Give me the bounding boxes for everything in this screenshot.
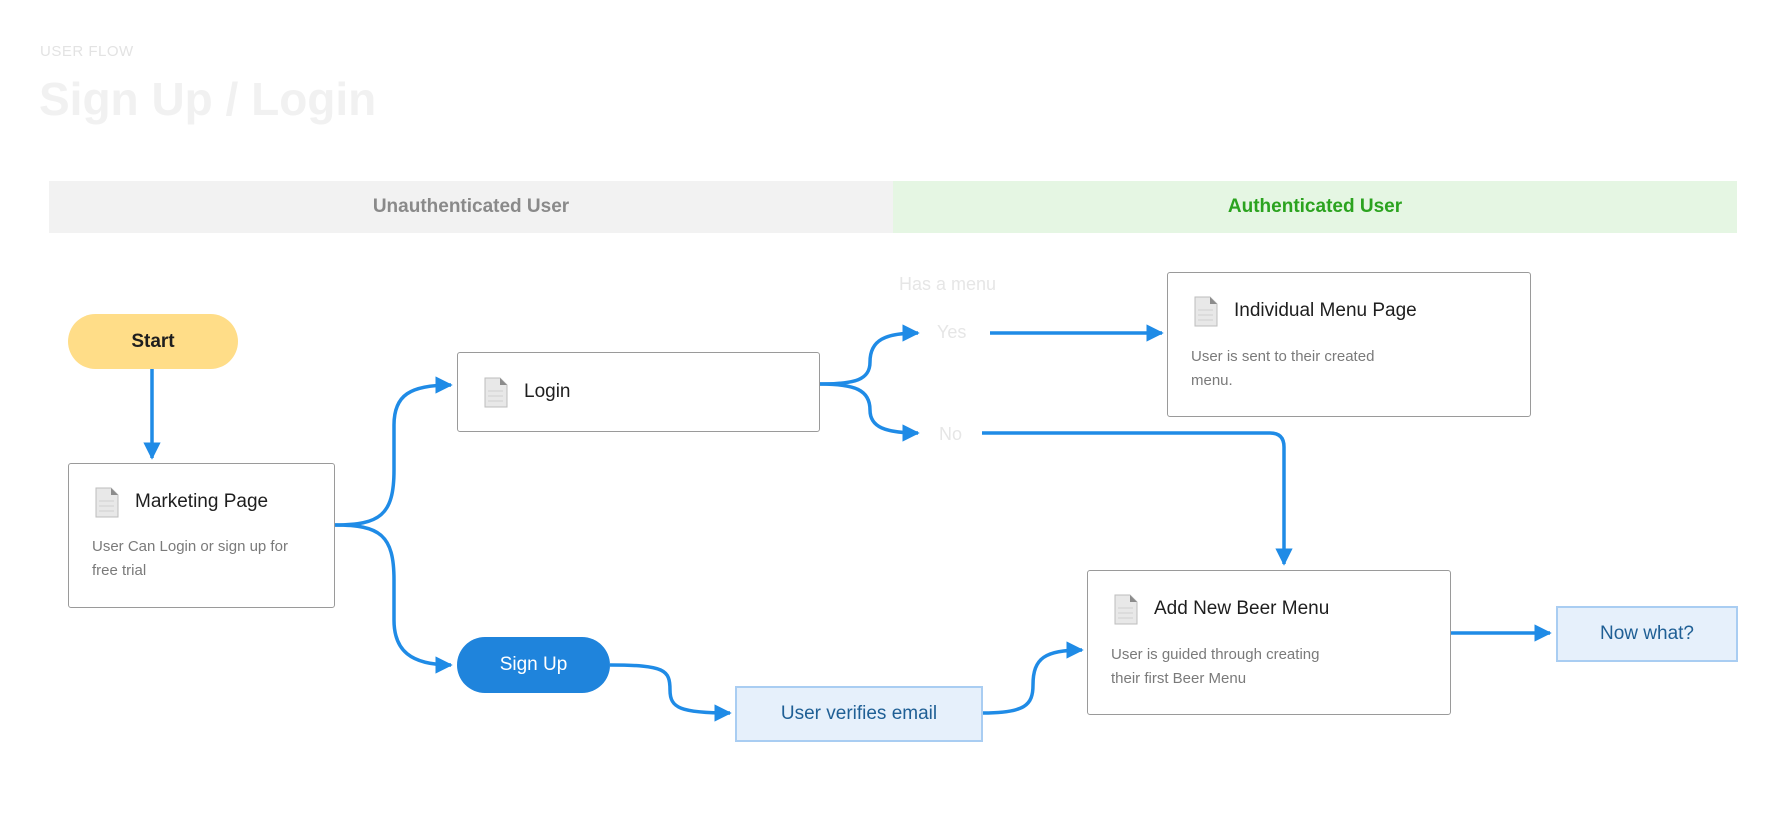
document-icon [1114, 594, 1138, 625]
connector-verify-add-menu [982, 641, 1084, 715]
marketing-page-title: Marketing Page [135, 491, 269, 512]
start-node: Start [68, 314, 238, 369]
individual-menu-page-desc-line1: User is sent to their created [1191, 348, 1375, 365]
add-new-beer-menu-desc-line2: their first Beer Menu [1111, 670, 1247, 687]
add-new-beer-menu-desc-line1: User is guided through creating [1111, 646, 1320, 663]
add-new-beer-menu-card: Add New Beer Menu User is guided through… [1087, 570, 1451, 715]
connector-marketing-signup [334, 523, 453, 674]
login-card: Login [457, 352, 820, 432]
document-icon [484, 377, 508, 408]
connector-signup-verify [609, 663, 732, 722]
connector-login-yes [819, 324, 920, 386]
connector-no-add-menu [982, 431, 1293, 566]
marketing-page-card: Marketing Page User Can Login or sign up… [68, 463, 335, 608]
signup-node: Sign Up [457, 637, 610, 693]
add-new-beer-menu-title: Add New Beer Menu [1154, 598, 1330, 619]
marketing-page-desc-line2: free trial [92, 562, 147, 579]
individual-menu-page-card: Individual Menu Page User is sent to the… [1167, 272, 1531, 417]
individual-menu-page-title: Individual Menu Page [1234, 300, 1417, 321]
connector-marketing-login [334, 376, 453, 527]
decision-yes-label: Yes [937, 322, 967, 342]
document-icon [95, 487, 119, 518]
document-icon [1194, 296, 1218, 327]
individual-menu-page-desc-line2: menu. [1191, 372, 1233, 389]
decision-has-menu-label: Has a menu [899, 274, 997, 294]
connector-login-no [819, 382, 920, 442]
now-what-node: Now what? [1556, 606, 1738, 662]
decision-no-label: No [939, 424, 963, 444]
marketing-page-desc-line1: User Can Login or sign up for [92, 538, 288, 555]
user-verifies-email-node: User verifies email [735, 686, 983, 742]
login-title: Login [524, 381, 571, 402]
